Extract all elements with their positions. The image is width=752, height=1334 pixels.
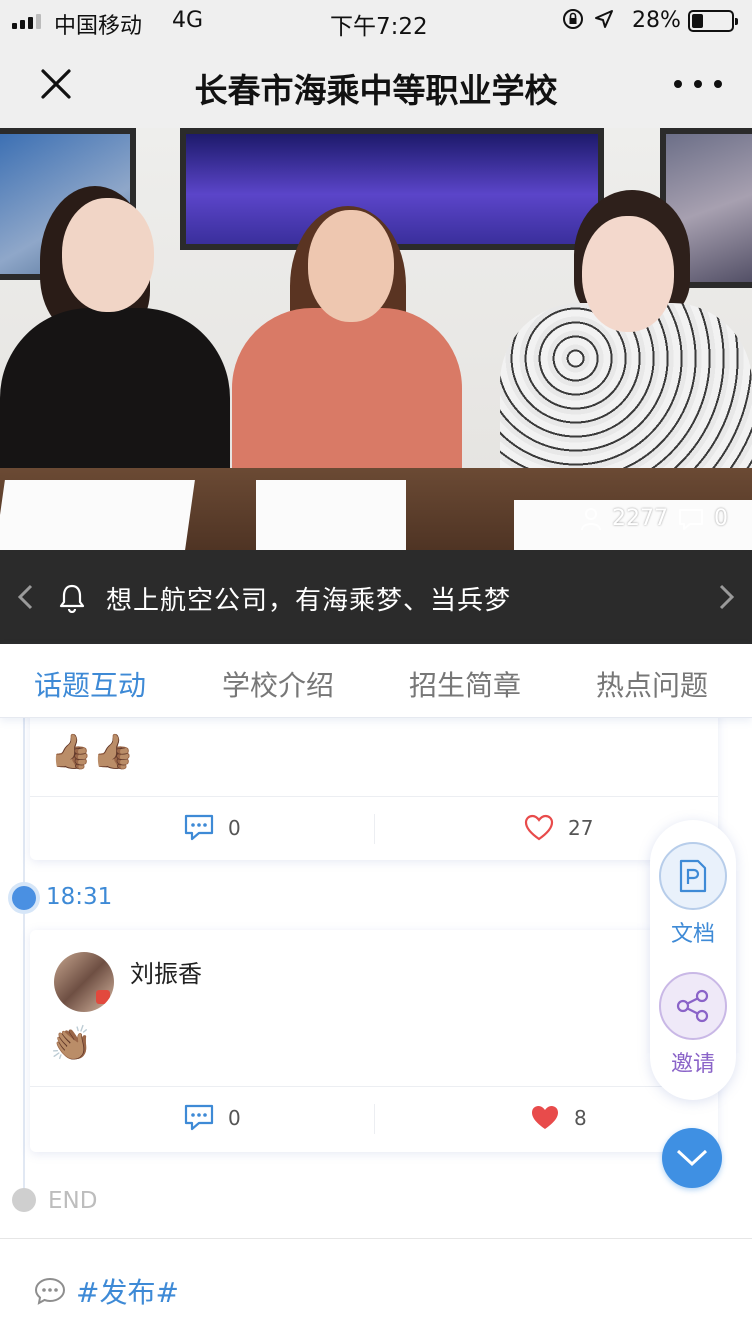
- network-type: 4G: [172, 8, 204, 33]
- scroll-down-button[interactable]: [662, 1128, 722, 1188]
- tab-bar: 话题互动 学校介绍 招生简章 热点问题: [0, 644, 752, 718]
- chevron-right-icon[interactable]: [714, 583, 738, 611]
- timeline-dot: [12, 886, 36, 910]
- tab-topic-interaction[interactable]: 话题互动: [34, 664, 146, 704]
- nav-bar: 长春市海乘中等职业学校: [0, 42, 752, 128]
- like-button[interactable]: 8: [530, 1104, 587, 1132]
- carrier-name: 中国移动: [54, 14, 143, 39]
- share-icon: [676, 989, 709, 1023]
- comment-count: 0: [228, 1106, 241, 1130]
- viewer-count: 2277: [612, 506, 668, 531]
- document-icon: [679, 859, 707, 893]
- publish-button[interactable]: #发布#: [34, 1271, 179, 1311]
- like-button[interactable]: 27: [524, 814, 593, 842]
- battery-icon: [688, 10, 738, 32]
- end-label: END: [48, 1188, 98, 1214]
- topic-feed[interactable]: 👍🏽👍🏽 0 27 18:31 刘振香 👏🏽 0 8 END: [0, 718, 752, 1238]
- status-bar: 中国移动 4G 下午7:22 28%: [0, 0, 752, 42]
- comment-count: 0: [714, 506, 728, 531]
- document-label: 文档: [670, 922, 715, 947]
- invite-label: 邀请: [670, 1052, 715, 1077]
- comment-count: 0: [228, 816, 241, 840]
- avatar[interactable]: [54, 952, 114, 1012]
- comment-button[interactable]: 0: [184, 1104, 241, 1132]
- chat-bubble-icon: [34, 1277, 66, 1305]
- notice-bar[interactable]: 想上航空公司，有海乘梦、当兵梦: [0, 550, 752, 644]
- heart-filled-icon: [532, 1106, 558, 1129]
- post-card: 刘振香 👏🏽 0 8: [30, 930, 718, 1152]
- signal-strength-icon: [12, 13, 41, 29]
- post-time: 18:31: [46, 884, 113, 910]
- tab-hot-questions[interactable]: 热点问题: [596, 664, 708, 704]
- more-dots-icon: [674, 80, 682, 88]
- tab-school-intro[interactable]: 学校介绍: [222, 664, 334, 704]
- side-action-panel: 文档 邀请: [650, 820, 736, 1100]
- notice-text: 想上航空公司，有海乘梦、当兵梦: [106, 586, 512, 616]
- location-arrow-icon: [595, 10, 613, 28]
- video-stats: 2277 0: [580, 506, 728, 531]
- status-time: 下午7:22: [330, 14, 428, 40]
- post-card: 👍🏽👍🏽 0 27: [30, 718, 718, 860]
- like-count: 27: [568, 816, 594, 840]
- invite-button[interactable]: 邀请: [658, 972, 728, 1078]
- heart-outline-icon: [524, 814, 554, 841]
- post-emoji: 👏🏽: [50, 1024, 93, 1064]
- bell-icon: [59, 584, 85, 613]
- comment-icon: [679, 508, 703, 530]
- comment-icon: [184, 1104, 214, 1131]
- timeline-end-dot: [12, 1188, 36, 1212]
- post-author: 刘振香: [130, 960, 202, 988]
- post-emoji: 👍🏽👍🏽: [50, 732, 135, 772]
- more-options-button[interactable]: [674, 70, 722, 98]
- timeline-line: [23, 718, 25, 1198]
- comment-button[interactable]: 0: [184, 814, 241, 842]
- tab-admission-guide[interactable]: 招生简章: [409, 664, 521, 704]
- rotation-lock-icon: [563, 9, 583, 29]
- chevron-left-icon[interactable]: [14, 583, 38, 611]
- publish-label: #发布#: [76, 1276, 179, 1309]
- comment-icon: [184, 814, 214, 841]
- page-title: 长春市海乘中等职业学校: [194, 71, 558, 110]
- document-button[interactable]: 文档: [658, 842, 728, 948]
- like-count: 8: [574, 1106, 587, 1130]
- live-video-player[interactable]: 2277 0: [0, 128, 752, 550]
- battery-percent: 28%: [632, 8, 681, 33]
- viewer-icon: [581, 507, 601, 530]
- chevron-down-icon: [676, 1149, 708, 1167]
- bottom-bar: #发布#: [0, 1238, 752, 1334]
